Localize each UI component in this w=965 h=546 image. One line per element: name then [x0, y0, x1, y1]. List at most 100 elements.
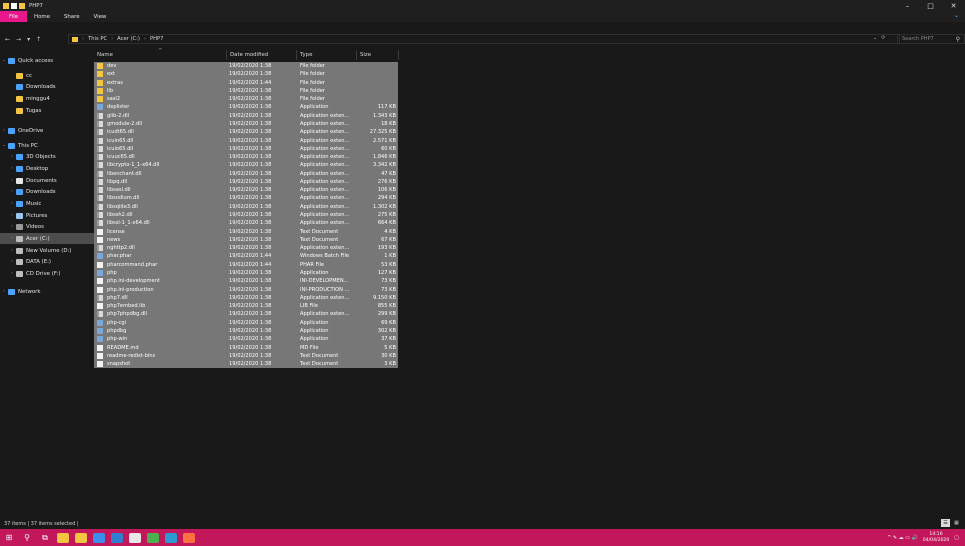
expand-chevron-icon[interactable]: › — [0, 289, 8, 294]
expand-chevron-icon[interactable]: › — [8, 166, 16, 171]
file-row[interactable]: libssl-1_1-x64.dll 19/02/2020 1:38 Applica… — [94, 219, 398, 228]
file-row[interactable]: php7.dll 19/02/2020 1:38 Application exten… — [94, 293, 398, 303]
chrome-icon[interactable] — [126, 529, 144, 546]
file-row[interactable]: php.ini-development 19/02/2020 1:38 INI-DE… — [94, 277, 398, 286]
file-row[interactable]: icuio65.dll 19/02/2020 1:38 Application ex… — [94, 144, 398, 154]
large-icons-view-icon[interactable]: ▦ — [952, 519, 961, 527]
sidebar-item-data-e[interactable]: › DATA (E:) — [0, 256, 94, 267]
file-row[interactable]: snapshot 19/02/2020 1:38 Text Document 3 KB — [94, 360, 398, 369]
file-row[interactable]: php 19/02/2020 1:38 Application 127 KB — [94, 269, 398, 278]
file-row[interactable]: phpdbg 19/02/2020 1:38 Application 302 KB — [94, 326, 398, 336]
file-row[interactable]: libsqlite3.dll 19/02/2020 1:38 Application… — [94, 202, 398, 212]
task-view-icon[interactable]: ⧉ — [36, 529, 54, 546]
file-row[interactable]: php7phpdbg.dll 19/02/2020 1:38 Application… — [94, 310, 398, 319]
expand-chevron-icon[interactable]: › — [8, 248, 16, 253]
file-row[interactable]: gmodule-2.dll 19/02/2020 1:38 Application … — [94, 119, 398, 129]
file-row[interactable]: ext 19/02/2020 1:38 File folder — [94, 70, 398, 79]
details-view-icon[interactable]: ☰ — [941, 519, 950, 527]
properties-icon[interactable] — [11, 2, 17, 9]
file-row[interactable]: php7embed.lib 19/02/2020 1:38 LIB File 855 … — [94, 302, 398, 311]
sidebar-item-tugas[interactable]: Tugas — [0, 105, 94, 116]
sidebar-item-documents[interactable]: › Documents — [0, 175, 94, 186]
expand-chevron-icon[interactable]: › — [8, 236, 16, 241]
sidebar-item-this-pc[interactable]: ⌄ This PC — [0, 140, 94, 151]
file-row[interactable]: pharcommand.phar 19/02/2020 1:44 PHAR File… — [94, 260, 398, 269]
file-row[interactable]: libsasl.dll 19/02/2020 1:38 Application ex… — [94, 186, 398, 195]
tab-view[interactable]: View — [87, 11, 114, 22]
close-button[interactable]: ✕ — [942, 0, 965, 11]
file-row[interactable]: php.ini-production 19/02/2020 1:38 INI-PRO… — [94, 285, 398, 294]
new-folder-icon[interactable] — [19, 2, 25, 9]
file-row[interactable]: news 19/02/2020 1:38 Text Document 67 KB — [94, 235, 398, 245]
clock[interactable]: 14:16 04/04/2020 — [923, 532, 949, 544]
sidebar-item-network[interactable]: › Network — [0, 286, 94, 297]
recent-locations-button[interactable]: ▾ — [27, 36, 30, 43]
sidebar-item-pictures[interactable]: › Pictures — [0, 210, 94, 221]
sidebar-item-3d-objects[interactable]: › 3D Objects — [0, 151, 94, 162]
file-row[interactable]: sasl2 19/02/2020 1:38 File folder — [94, 95, 398, 104]
file-row[interactable]: license 19/02/2020 1:38 Text Document 4 KB — [94, 227, 398, 236]
notification-icon[interactable]: ▢ — [954, 535, 959, 541]
file-row[interactable]: icuin65.dll 19/02/2020 1:38 Application ex… — [94, 136, 398, 145]
sidebar-item-desktop[interactable]: › Desktop — [0, 163, 94, 174]
tab-file[interactable]: File — [0, 11, 28, 22]
file-row[interactable]: dev 19/02/2020 1:38 File folder — [94, 62, 398, 71]
file-row[interactable]: php-cgi 19/02/2020 1:38 Application 69 KB — [94, 318, 398, 327]
breadcrumb-this-pc[interactable]: This PC — [88, 36, 107, 42]
file-explorer-icon[interactable] — [72, 529, 90, 546]
file-row[interactable]: phar.phar 19/02/2020 1:44 Windows Batch Fi… — [94, 252, 398, 261]
file-row[interactable]: libcrypto-1_1-x64.dll 19/02/2020 1:38 Appl… — [94, 161, 398, 170]
chevron-right-icon[interactable]: › — [111, 36, 113, 42]
sidebar-item-downloads[interactable]: › Downloads — [0, 186, 94, 197]
chevron-right-icon[interactable]: › — [144, 36, 146, 42]
file-row[interactable]: php-win 19/02/2020 1:38 Application 37 KB — [94, 335, 398, 344]
file-row[interactable]: extras 19/02/2020 1:44 File folder — [94, 78, 398, 87]
breadcrumb-php7[interactable]: PHP7 — [150, 36, 163, 42]
file-row[interactable]: libpq.dll 19/02/2020 1:38 Application exte… — [94, 177, 398, 187]
sidebar-item-music[interactable]: › Music — [0, 198, 94, 209]
up-button[interactable]: ↑ — [36, 36, 41, 43]
file-row[interactable]: libssh2.dll 19/02/2020 1:38 Application ex… — [94, 211, 398, 220]
vscode-icon[interactable] — [90, 529, 108, 546]
tray-icons[interactable]: ^ ✎ ☁ ▭ 🔊 — [887, 535, 918, 541]
forward-button[interactable]: → — [16, 36, 21, 43]
expand-chevron-icon[interactable]: › — [8, 213, 16, 218]
back-button[interactable]: ← — [5, 36, 10, 43]
sidebar-item-new-volume-d[interactable]: › New Volume (D:) — [0, 245, 94, 256]
file-row[interactable]: glib-2.dll 19/02/2020 1:38 Application ext… — [94, 111, 398, 120]
edge-icon[interactable] — [108, 529, 126, 546]
expand-chevron-icon[interactable]: ⌄ — [0, 58, 8, 63]
file-row[interactable]: libsodium.dll 19/02/2020 1:38 Application … — [94, 194, 398, 203]
store-icon[interactable] — [54, 529, 72, 546]
column-header-type[interactable]: Type — [297, 50, 357, 60]
expand-chevron-icon[interactable]: › — [8, 201, 16, 206]
tab-home[interactable]: Home — [27, 11, 57, 22]
chevron-right-icon[interactable]: › — [82, 36, 84, 42]
expand-chevron-icon[interactable]: › — [8, 259, 16, 264]
sidebar-item-downloads[interactable]: Downloads — [0, 81, 94, 92]
sidebar-item-cc[interactable]: cc — [0, 70, 94, 81]
file-row[interactable]: deplister 19/02/2020 1:38 Application 117 K… — [94, 103, 398, 112]
address-bar[interactable]: › This PC › Acer (C:) › PHP7 — [68, 34, 900, 44]
expand-chevron-icon[interactable]: ⌄ — [0, 143, 8, 148]
start-icon[interactable]: ⊞ — [0, 529, 18, 546]
file-row[interactable]: lib 19/02/2020 1:38 File folder — [94, 86, 398, 96]
file-row[interactable]: readme-redist-bins 19/02/2020 1:38 Text Do… — [94, 351, 398, 361]
file-row[interactable]: nghttp2.dll 19/02/2020 1:38 Application ex… — [94, 244, 398, 253]
file-row[interactable]: icudt65.dll 19/02/2020 1:38 Application ex… — [94, 128, 398, 137]
breadcrumb-acer-c[interactable]: Acer (C:) — [117, 36, 140, 42]
column-header-date[interactable]: Date modified — [227, 50, 297, 60]
photos-icon[interactable] — [144, 529, 162, 546]
expand-chevron-icon[interactable]: › — [8, 271, 16, 276]
address-dropdown-icon[interactable]: ⌄ — [873, 35, 877, 41]
refresh-icon[interactable]: ⟳ — [881, 35, 885, 41]
app-icon[interactable] — [180, 529, 198, 546]
expand-chevron-icon[interactable]: › — [8, 178, 16, 183]
sidebar-item-minggu4[interactable]: minggu4 — [0, 93, 94, 104]
sidebar-item-quick-access[interactable]: ⌄ Quick access — [0, 55, 94, 66]
sidebar-item-videos[interactable]: › Videos — [0, 221, 94, 232]
file-row[interactable]: README.md 19/02/2020 1:38 MD File 5 KB — [94, 343, 398, 352]
maximize-button[interactable]: □ — [919, 0, 942, 11]
minimize-button[interactable]: – — [896, 0, 919, 11]
tab-share[interactable]: Share — [57, 11, 87, 22]
